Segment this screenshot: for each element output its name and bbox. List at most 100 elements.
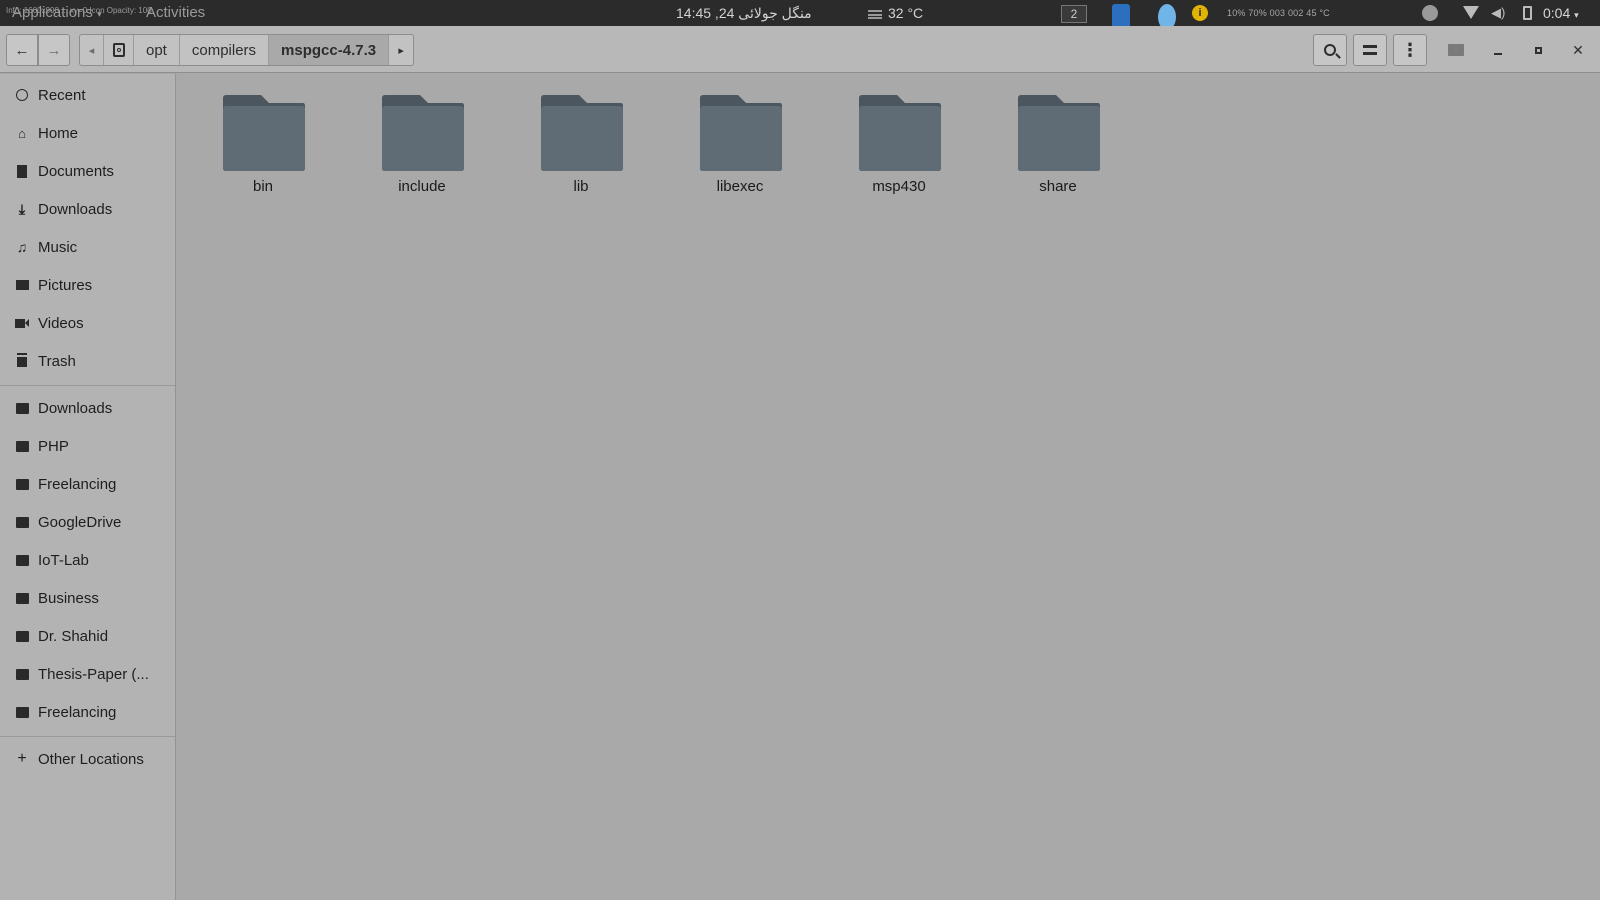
sidebar-item-bookmark[interactable]: Freelancing xyxy=(0,466,175,502)
folder-label: lib xyxy=(573,178,589,195)
sidebar-item-music[interactable]: ♫ Music xyxy=(0,229,175,265)
sidebar-item-bookmark[interactable]: Freelancing xyxy=(0,694,175,730)
sidebar-item-downloads[interactable]: ⤓ Downloads xyxy=(0,191,175,227)
menu-button[interactable]: ⋮ xyxy=(1393,34,1427,66)
info-alert-icon[interactable]: i xyxy=(1192,5,1208,21)
back-button[interactable]: ← xyxy=(6,34,38,66)
chevron-down-icon: ▾ xyxy=(97,9,102,19)
maximize-icon xyxy=(1534,46,1542,54)
folder-label: include xyxy=(398,178,446,195)
sidebar-item-bookmark[interactable]: PHP xyxy=(0,428,175,464)
sidebar-item-label: Dr. Shahid xyxy=(38,627,109,645)
folder-item[interactable]: lib xyxy=(526,94,636,204)
folder-icon xyxy=(700,95,782,171)
sidebar-item-label: Recent xyxy=(38,86,86,104)
folder-label: share xyxy=(1039,178,1077,195)
sidebar-item-label: Downloads xyxy=(38,200,113,218)
folder-icon xyxy=(859,95,941,171)
sidebar-item-bookmark[interactable]: Thesis-Paper (... xyxy=(0,656,175,692)
activities-button[interactable]: Activities xyxy=(146,0,205,26)
breadcrumb-root[interactable] xyxy=(104,35,134,65)
folder-item[interactable]: libexec xyxy=(685,94,795,204)
folder-item[interactable]: include xyxy=(367,94,477,204)
folder-icon xyxy=(14,438,30,454)
panel-time: 0:04 xyxy=(1543,5,1571,21)
plus-icon: + xyxy=(17,750,27,767)
sidebar-item-bookmark[interactable]: GoogleDrive xyxy=(0,504,175,540)
sidebar-item-label: GoogleDrive xyxy=(38,513,122,531)
folder-icon xyxy=(14,704,30,720)
folder-icon xyxy=(14,552,30,568)
sidebar-item-videos[interactable]: Videos xyxy=(0,305,175,341)
clock[interactable]: منگل جولائی 24, 14:45 xyxy=(676,0,812,26)
sidebar-item-label: PHP xyxy=(38,437,69,455)
sidebar-item-trash[interactable]: Trash xyxy=(0,343,175,379)
minimize-button[interactable] xyxy=(1482,34,1514,66)
sidebar-item-label: IoT-Lab xyxy=(38,551,89,569)
trash-icon xyxy=(14,353,30,369)
top-panel: Info: 1600x900 ... xy=0 Icon Opacity: 10… xyxy=(0,0,1600,30)
window-menu-button[interactable] xyxy=(1440,34,1472,66)
sidebar-item-label: Home xyxy=(38,124,79,142)
sidebar-item-label: Freelancing xyxy=(38,703,117,721)
header-bar: ← → ◂ opt compilers mspgcc-4.7.3 ▸ ⋮ ✕ xyxy=(0,26,1600,73)
folder-item[interactable]: share xyxy=(1003,94,1113,204)
wifi-icon[interactable] xyxy=(1463,6,1479,19)
minimize-icon xyxy=(1494,53,1502,55)
arrow-left-icon: ← xyxy=(14,41,30,59)
folder-icon xyxy=(14,476,30,492)
search-icon xyxy=(1324,44,1341,59)
folder-label: msp430 xyxy=(872,178,926,195)
applications-label: Applications xyxy=(12,4,93,21)
list-view-icon xyxy=(1363,45,1377,55)
sidebar: Recent ⌂ Home Documents ⤓ Downloads ♫ Music… xyxy=(0,74,176,900)
sidebar-item-bookmark[interactable]: Dr. Shahid xyxy=(0,618,175,654)
sidebar-item-recent[interactable]: Recent xyxy=(0,77,175,113)
breadcrumb: ◂ opt compilers mspgcc-4.7.3 ▸ xyxy=(79,34,415,66)
system-monitor-stats[interactable]: 10% 70% 003 002 45 °C xyxy=(1227,0,1330,26)
folder-icon xyxy=(1018,95,1100,171)
sidebar-item-label: Business xyxy=(38,589,99,607)
kebab-menu-icon: ⋮ xyxy=(1401,40,1419,60)
home-icon: ⌂ xyxy=(18,125,26,141)
folder-item[interactable]: bin xyxy=(208,94,318,204)
workspace-indicator[interactable]: 2 xyxy=(1061,5,1087,23)
sidebar-item-label: Trash xyxy=(38,352,76,370)
folder-icon xyxy=(14,666,30,682)
weather-temp: 32 °C xyxy=(888,5,924,21)
power-menu-time[interactable]: 0:04 ▾ xyxy=(1543,0,1579,26)
video-camera-icon xyxy=(14,315,30,331)
folder-item[interactable]: msp430 xyxy=(844,94,954,204)
maximize-button[interactable] xyxy=(1522,34,1554,66)
sidebar-item-home[interactable]: ⌂ Home xyxy=(0,115,175,151)
folder-icon xyxy=(14,514,30,530)
sidebar-item-pictures[interactable]: Pictures xyxy=(0,267,175,303)
sidebar-item-bookmark[interactable]: Downloads xyxy=(0,390,175,426)
breadcrumb-opt[interactable]: opt xyxy=(134,35,180,65)
breadcrumb-scroll-right[interactable]: ▸ xyxy=(389,35,413,65)
sidebar-separator xyxy=(0,385,175,386)
sidebar-item-other-locations[interactable]: + Other Locations xyxy=(0,741,175,777)
folder-window-icon xyxy=(1448,44,1464,56)
battery-icon[interactable] xyxy=(1523,6,1532,20)
sidebar-item-bookmark[interactable]: IoT-Lab xyxy=(0,542,175,578)
sidebar-item-label: Pictures xyxy=(38,276,93,294)
volume-icon[interactable]: ◀) xyxy=(1491,0,1505,26)
sidebar-item-documents[interactable]: Documents xyxy=(0,153,175,189)
weather-indicator[interactable]: 32 °C xyxy=(868,0,923,26)
sidebar-item-label: Music xyxy=(38,238,78,256)
applications-menu[interactable]: Applications ▾ xyxy=(12,0,102,26)
folder-icon xyxy=(541,95,623,171)
folder-label: libexec xyxy=(716,178,764,195)
chevron-down-icon: ▾ xyxy=(1574,10,1579,20)
breadcrumb-scroll-left[interactable]: ◂ xyxy=(80,35,104,65)
forward-button[interactable]: → xyxy=(38,34,70,66)
user-status-icon[interactable] xyxy=(1422,5,1438,21)
breadcrumb-current[interactable]: mspgcc-4.7.3 xyxy=(269,35,390,65)
view-toggle-button[interactable] xyxy=(1353,34,1387,66)
breadcrumb-compilers[interactable]: compilers xyxy=(180,35,270,65)
sidebar-item-bookmark[interactable]: Business xyxy=(0,580,175,616)
folder-icon xyxy=(223,95,305,171)
close-button[interactable]: ✕ xyxy=(1562,34,1594,66)
search-button[interactable] xyxy=(1313,34,1347,66)
